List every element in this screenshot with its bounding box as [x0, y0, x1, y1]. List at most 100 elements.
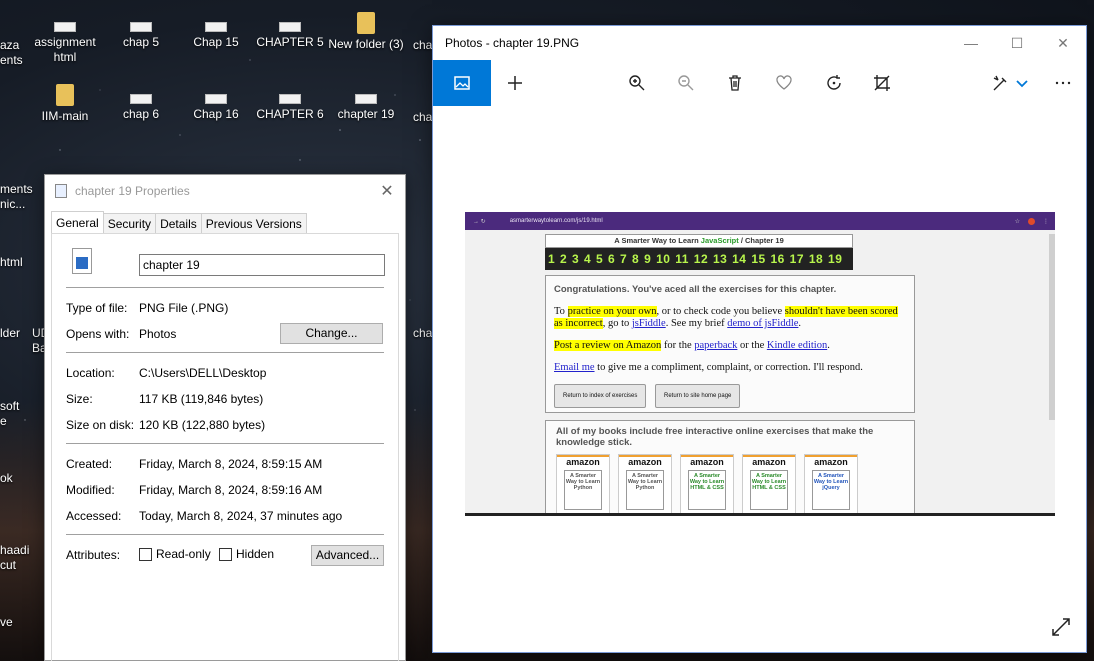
partial-icon-label[interactable]: ok	[0, 471, 13, 486]
close-icon[interactable]: ✕	[1040, 35, 1086, 52]
book-title: A Smarter Way to Learn Python	[564, 470, 602, 510]
rotate-icon[interactable]	[819, 60, 849, 106]
document-icon	[130, 94, 152, 104]
book-title: A Smarter Way to Learn HTML & CSS	[750, 470, 788, 510]
dialog-titlebar[interactable]: chapter 19 Properties ✕	[45, 175, 405, 207]
partial-icon-label[interactable]: ve	[0, 615, 13, 630]
read-only-checkbox[interactable]: Read-only	[139, 547, 211, 561]
tab-previous-versions[interactable]: Previous Versions	[200, 213, 307, 233]
book-cover: amazon A Smarter Way to Learn HTML & CSS	[680, 454, 734, 513]
size-on-disk-label: Size on disk:	[66, 418, 135, 432]
page-scrollbar	[1049, 234, 1055, 420]
zoom-out-icon[interactable]	[671, 60, 701, 106]
fullscreen-icon[interactable]	[1050, 616, 1072, 638]
books-box: All of my books include free interactive…	[545, 420, 915, 513]
congrats-box: Congratulations. You've aced all the exe…	[545, 275, 915, 413]
partial-icon-label[interactable]: cha	[413, 326, 432, 341]
tab-general[interactable]: General	[51, 211, 104, 233]
divider	[66, 443, 384, 444]
modified-label: Modified:	[66, 483, 115, 497]
desktop-icon[interactable]: CHAPTER 6	[252, 84, 328, 122]
email-paragraph: Email me to give me a compliment, compla…	[554, 362, 863, 373]
checkbox-box[interactable]	[139, 547, 152, 561]
partial-icon-label[interactable]: ments nic...	[0, 182, 33, 212]
partial-icon-label[interactable]: cha	[413, 110, 432, 125]
folder-icon	[357, 12, 375, 34]
created-value: Friday, March 8, 2024, 8:59:15 AM	[139, 457, 323, 471]
dialog-title: chapter 19 Properties	[75, 184, 190, 198]
type-value: PNG File (.PNG)	[139, 301, 229, 315]
maximize-icon[interactable]: ☐	[994, 35, 1040, 52]
desktop-icon-label: New folder (3)	[328, 37, 404, 51]
read-only-label: Read-only	[156, 547, 211, 561]
amazon-logo: amazon	[557, 455, 609, 467]
divider	[66, 287, 384, 288]
star-icon: ☆	[1014, 218, 1020, 225]
book-cover: amazon A Smarter Way to Learn Python	[618, 454, 672, 513]
desktop-icon-label: CHAPTER 6	[256, 107, 324, 121]
books-heading: All of my books include free interactive…	[556, 426, 874, 448]
delete-icon[interactable]	[720, 60, 750, 106]
desktop-icon[interactable]: assignment html	[27, 12, 103, 65]
opens-with-label: Opens with:	[66, 327, 130, 341]
desktop-icon[interactable]: CHAPTER 5	[252, 12, 328, 50]
close-icon[interactable]: ✕	[369, 181, 405, 201]
accessed-value: Today, March 8, 2024, 37 minutes ago	[139, 509, 343, 523]
tab-details[interactable]: Details	[155, 213, 202, 233]
congrats-heading: Congratulations. You've aced all the exe…	[554, 284, 837, 295]
review-paragraph: Post a review on Amazon for the paperbac…	[554, 340, 830, 351]
partial-icon-label[interactable]: haadi cut	[0, 543, 29, 573]
more-icon[interactable]	[1048, 60, 1078, 106]
opens-with-value: Photos	[139, 327, 177, 341]
add-icon[interactable]	[500, 60, 530, 106]
folder-icon	[56, 84, 74, 106]
document-icon	[205, 22, 227, 32]
desktop-icon[interactable]: New folder (3)	[328, 12, 404, 52]
desktop-icon-label: CHAPTER 5	[256, 35, 324, 49]
site-title: A Smarter Way to Learn JavaScript / Chap…	[545, 234, 853, 248]
photos-titlebar[interactable]: Photos - chapter 19.PNG — ☐ ✕	[433, 26, 1086, 60]
divider	[66, 534, 384, 535]
document-icon	[279, 22, 301, 32]
jsfiddle-paragraph: To practice on your own, or to check cod…	[554, 306, 898, 329]
partial-icon-label[interactable]: soft e	[0, 399, 19, 429]
document-icon	[205, 94, 227, 104]
zoom-in-icon[interactable]	[622, 60, 652, 106]
hidden-label: Hidden	[236, 547, 275, 561]
crop-icon[interactable]	[867, 60, 897, 106]
heart-icon[interactable]	[769, 60, 799, 106]
desktop-icon[interactable]: chapter 19	[328, 84, 404, 122]
kebab-icon: ⋮	[1043, 218, 1049, 225]
amazon-logo: amazon	[619, 455, 671, 467]
viewed-image[interactable]: → ↻ asmarterwaytolearn.com/js/19.html ☆ …	[465, 212, 1055, 516]
desktop-icon[interactable]: Chap 15	[178, 12, 254, 50]
tab-security[interactable]: Security	[102, 213, 157, 233]
desktop-icon[interactable]: chap 5	[103, 12, 179, 50]
change-button[interactable]: Change...	[280, 323, 383, 344]
partial-icon-label[interactable]: html	[0, 255, 23, 270]
desktop-icon-label: Chap 16	[193, 107, 239, 121]
size-value: 117 KB (119,846 bytes)	[139, 392, 264, 406]
modified-value: Friday, March 8, 2024, 8:59:16 AM	[139, 483, 323, 497]
hidden-checkbox[interactable]: Hidden	[219, 547, 274, 561]
desktop-icon[interactable]: Chap 16	[178, 84, 254, 122]
advanced-button[interactable]: Advanced...	[311, 545, 384, 566]
size-label: Size:	[66, 392, 93, 406]
desktop-icon[interactable]: IIM-main	[27, 84, 103, 124]
photos-title: Photos - chapter 19.PNG	[445, 36, 580, 50]
image-icon[interactable]	[433, 60, 491, 106]
partial-icon-label[interactable]: cha	[413, 38, 432, 53]
file-icon	[55, 184, 67, 198]
site-buttons: Return to index of exercises Return to s…	[554, 384, 906, 408]
location-label: Location:	[66, 366, 115, 380]
partial-icon-label[interactable]: lder	[0, 326, 20, 341]
webpage-content: A Smarter Way to Learn JavaScript / Chap…	[545, 234, 915, 513]
divider	[66, 352, 384, 353]
chevron-down-icon[interactable]	[1009, 60, 1035, 106]
partial-icon-label[interactable]: aza ents	[0, 38, 23, 68]
desktop-icon[interactable]: chap 6	[103, 84, 179, 122]
file-name-input[interactable]: chapter 19	[139, 254, 385, 276]
minimize-icon[interactable]: —	[948, 35, 994, 51]
browser-url: asmarterwaytolearn.com/js/19.html	[509, 218, 603, 224]
checkbox-box[interactable]	[219, 547, 232, 561]
